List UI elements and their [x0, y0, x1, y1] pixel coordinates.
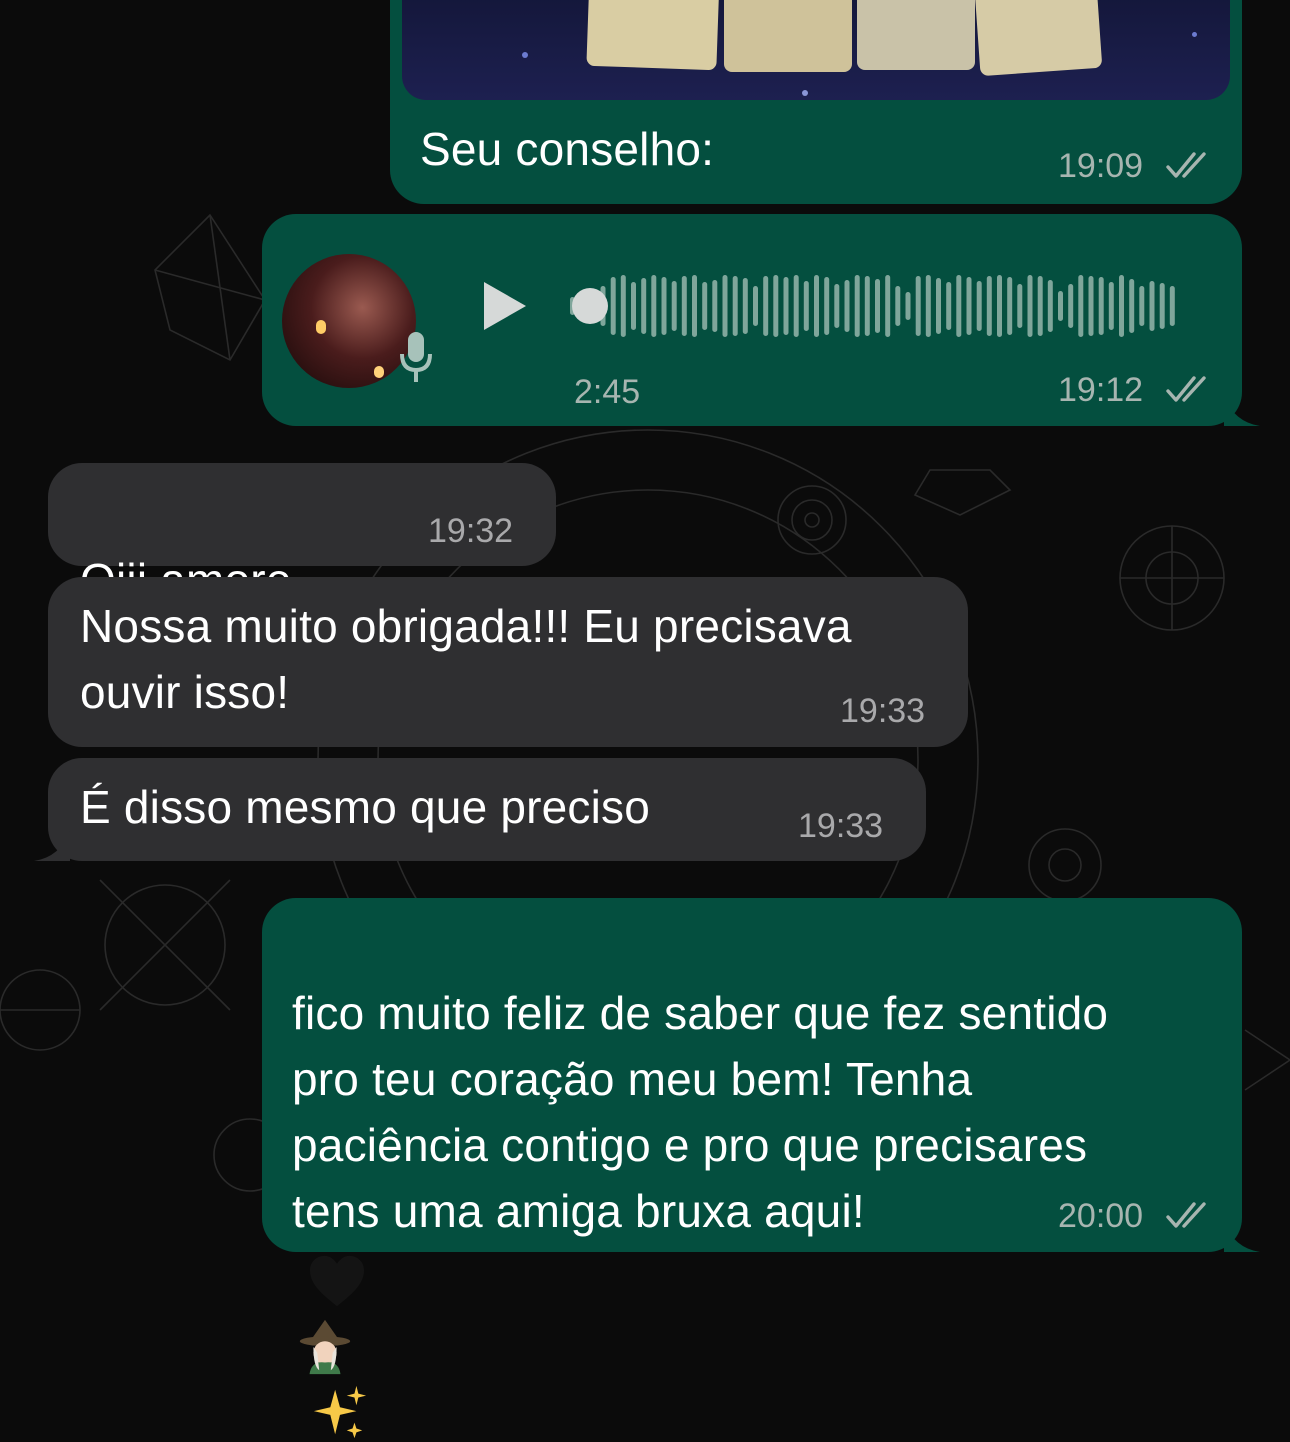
waveform-bar	[651, 275, 657, 337]
bubble-tail	[1224, 396, 1260, 426]
message-text: Nossa muito obrigada!!! Eu precisava ouv…	[80, 600, 852, 718]
read-ticks-icon	[1166, 1202, 1206, 1228]
tarot-card	[857, 0, 975, 70]
message-time: 19:33	[798, 807, 884, 845]
read-ticks-icon	[1166, 376, 1206, 402]
waveform-bar	[1017, 284, 1023, 328]
waveform-bar	[1088, 276, 1094, 336]
candle-light	[374, 366, 384, 378]
message-time: 19:12	[1058, 371, 1144, 409]
waveform-bar	[997, 275, 1002, 337]
waveform-bar	[1068, 284, 1074, 328]
waveform-bar	[814, 275, 819, 337]
audio-waveform[interactable]	[566, 266, 1186, 346]
waveform-bar	[742, 278, 748, 334]
waveform-bar	[712, 280, 718, 332]
waveform-bar	[854, 275, 860, 337]
star-dot	[522, 52, 528, 58]
waveform-bar	[661, 277, 667, 335]
waveform-bar	[986, 276, 992, 336]
waveform-bar	[1139, 286, 1145, 326]
voice-duration: 2:45	[574, 373, 641, 411]
waveform-bar	[1169, 286, 1175, 326]
waveform-bar	[732, 276, 738, 336]
waveform-bar	[1027, 275, 1033, 337]
tarot-card	[724, 0, 852, 72]
bubble-tail	[1224, 1222, 1260, 1252]
waveform-bar	[966, 277, 972, 335]
waveform-bar	[1007, 277, 1013, 335]
microphone-icon	[400, 332, 432, 382]
message-incoming[interactable]: É disso mesmo que preciso 19:33	[48, 758, 926, 861]
play-icon[interactable]	[480, 278, 530, 334]
waveform-bar	[793, 275, 799, 337]
playback-position-dot[interactable]	[572, 288, 608, 324]
waveform-bar	[681, 276, 687, 336]
waveform-bar	[834, 284, 840, 328]
waveform-bar	[631, 282, 636, 330]
read-ticks-icon	[1166, 152, 1206, 178]
waveform-bar	[824, 277, 830, 335]
message-text: fico muito feliz de saber que fez sentid…	[292, 914, 1222, 1442]
waveform-bar	[1119, 275, 1124, 337]
waveform-bar	[895, 286, 901, 326]
message-outgoing-voice[interactable]: 2:45 19:12	[262, 214, 1260, 426]
waveform-bar	[692, 275, 697, 337]
waveform-bar	[1108, 282, 1114, 330]
waveform-bar	[1047, 280, 1053, 332]
waveform-bar	[905, 292, 911, 320]
sparkles-icon	[313, 1385, 367, 1438]
message-outgoing[interactable]: fico muito feliz de saber que fez sentid…	[262, 898, 1260, 1438]
waveform-bar	[702, 282, 708, 330]
black-heart-icon	[310, 1255, 364, 1306]
witch-icon	[299, 1319, 351, 1374]
waveform-bar	[763, 276, 769, 336]
waveform-bar	[925, 275, 931, 337]
waveform-bar	[864, 276, 870, 336]
waveform-bar	[1129, 279, 1135, 333]
waveform-bar	[1159, 283, 1165, 329]
waveform-bar	[620, 275, 626, 337]
waveform-bar	[803, 281, 809, 331]
waveform-bar	[956, 275, 962, 337]
waveform-bar	[1149, 281, 1155, 331]
star-dot	[802, 90, 808, 96]
tarot-cards-image[interactable]	[402, 0, 1230, 100]
message-incoming[interactable]: Oiii amore 19:32	[48, 463, 556, 675]
waveform-bar	[936, 278, 941, 334]
bubble-tail	[34, 831, 70, 861]
waveform-bar	[671, 281, 677, 331]
candle-light	[316, 320, 326, 334]
waveform-bar	[844, 280, 850, 332]
waveform-bar	[610, 277, 616, 335]
message-incoming[interactable]: Nossa muito obrigada!!! Eu precisava ouv…	[48, 577, 968, 747]
message-text-content: fico muito feliz de saber que fez sentid…	[292, 987, 1109, 1237]
waveform-bar	[946, 282, 952, 330]
message-time: 19:33	[840, 692, 926, 730]
waveform-bar	[753, 286, 758, 326]
waveform-bar	[915, 276, 921, 336]
message-text: É disso mesmo que preciso	[80, 781, 651, 833]
tarot-card	[586, 0, 720, 71]
waveform-bar	[783, 277, 789, 335]
star-dot	[1192, 32, 1197, 37]
waveform-bar	[1098, 277, 1104, 335]
message-text: Seu conselho:	[420, 123, 715, 175]
waveform-bar	[875, 279, 880, 333]
waveform-bar	[976, 281, 982, 331]
message-time: 20:00	[1058, 1197, 1144, 1235]
waveform-bar	[1037, 276, 1043, 336]
tarot-card	[973, 0, 1103, 77]
waveform-bar	[1078, 275, 1084, 337]
message-time: 19:32	[428, 512, 514, 550]
message-outgoing-image[interactable]: Seu conselho: 19:09	[390, 0, 1242, 204]
waveform-bar	[885, 275, 891, 337]
waveform-bar	[722, 275, 728, 337]
waveform-bar	[773, 275, 779, 337]
waveform-bar	[641, 278, 647, 334]
waveform-bar	[1058, 291, 1063, 321]
message-time: 19:09	[1058, 147, 1144, 185]
